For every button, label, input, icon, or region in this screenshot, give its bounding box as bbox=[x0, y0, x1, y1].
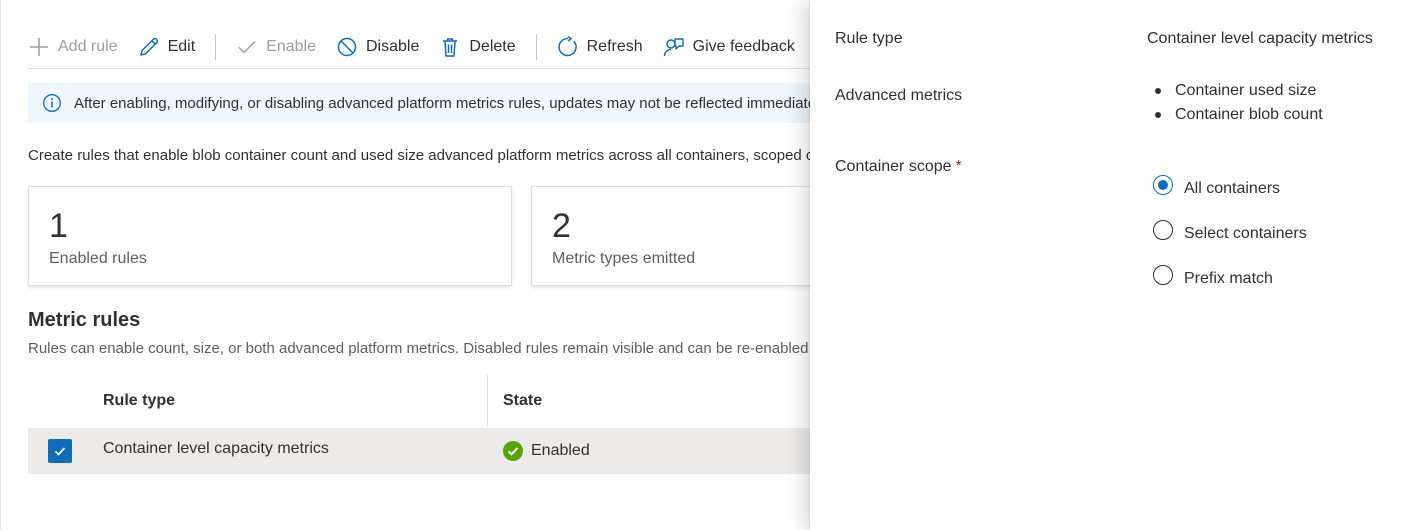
column-header-rule-type[interactable]: Rule type bbox=[103, 392, 175, 410]
add-rule-label: Add rule bbox=[58, 38, 118, 55]
edit-label: Edit bbox=[167, 38, 196, 55]
rule-type-value: Container level capacity metrics bbox=[1147, 30, 1373, 47]
metric-types-count: 2 bbox=[552, 207, 571, 245]
checkmark-icon bbox=[238, 40, 256, 54]
section-description: Rules can enable count, size, or both ad… bbox=[28, 340, 811, 357]
metric-types-card: 2 Metric types emitted bbox=[531, 186, 811, 286]
table-row[interactable]: Container level capacity metrics Enabled bbox=[28, 428, 811, 474]
metric-types-label: Metric types emitted bbox=[552, 250, 696, 267]
info-icon bbox=[43, 94, 61, 112]
feedback-icon bbox=[663, 38, 684, 57]
give-feedback-label: Give feedback bbox=[692, 38, 795, 55]
radio-selected-icon[interactable] bbox=[1153, 174, 1173, 195]
list-item: Container used size bbox=[1147, 79, 1323, 103]
enabled-rules-count: 1 bbox=[49, 207, 68, 245]
advanced-metrics-label: Advanced metrics bbox=[835, 87, 963, 104]
disable-label: Disable bbox=[366, 38, 420, 55]
column-header-state[interactable]: State bbox=[503, 392, 542, 410]
metric-name: Container used size bbox=[1175, 82, 1317, 99]
plus-icon bbox=[30, 38, 48, 56]
enabled-rules-card: 1 Enabled rules bbox=[28, 186, 512, 286]
radio-unselected-icon[interactable] bbox=[1153, 264, 1173, 285]
refresh-label: Refresh bbox=[586, 38, 643, 55]
state-cell: Enabled bbox=[503, 441, 590, 461]
block-icon bbox=[337, 37, 357, 57]
metric-name: Container blob count bbox=[1175, 106, 1323, 123]
container-scope-text: Container scope bbox=[835, 158, 952, 175]
radio-label: All containers bbox=[1184, 179, 1281, 197]
table-header: Rule type State bbox=[28, 375, 811, 427]
delete-button[interactable]: Delete bbox=[439, 36, 516, 58]
advanced-metrics-list: Container used size Container blob count bbox=[1147, 79, 1323, 127]
rule-details-panel: Rule type Container level capacity metri… bbox=[810, 0, 1413, 530]
give-feedback-button[interactable]: Give feedback bbox=[663, 36, 795, 58]
banner-text: After enabling, modifying, or disabling … bbox=[74, 94, 811, 112]
enable-button[interactable]: Enable bbox=[236, 36, 316, 58]
radio-all-containers[interactable]: All containers bbox=[1153, 163, 1307, 208]
add-rule-button[interactable]: Add rule bbox=[28, 36, 118, 58]
disable-button[interactable]: Disable bbox=[336, 36, 419, 58]
container-scope-radio-group: All containers Select containers Prefix … bbox=[1153, 163, 1307, 298]
enable-label: Enable bbox=[266, 38, 316, 55]
command-bar: Add rule Edit Enable Disable Delete Refr… bbox=[28, 30, 811, 64]
toolbar-divider bbox=[535, 34, 537, 60]
container-scope-label: Container scope * bbox=[835, 158, 962, 176]
toolbar-divider bbox=[215, 34, 217, 60]
refresh-icon bbox=[557, 36, 577, 57]
rule-type-cell: Container level capacity metrics bbox=[103, 440, 329, 457]
pencil-icon bbox=[139, 37, 158, 56]
bullet-icon bbox=[1155, 112, 1161, 118]
metric-rules-page: Add rule Edit Enable Disable Delete Refr… bbox=[0, 0, 811, 530]
toolbar-divider-line bbox=[28, 68, 811, 69]
section-title: Metric rules bbox=[28, 309, 141, 331]
required-asterisk: * bbox=[955, 158, 962, 175]
checkmark-icon bbox=[54, 447, 66, 456]
edit-button[interactable]: Edit bbox=[138, 36, 196, 58]
bullet-icon bbox=[1155, 88, 1161, 94]
page-description: Create rules that enable blob container … bbox=[28, 147, 811, 164]
radio-prefix-match[interactable]: Prefix match bbox=[1153, 253, 1307, 298]
list-item: Container blob count bbox=[1147, 103, 1323, 127]
row-checkbox[interactable] bbox=[48, 439, 72, 463]
rule-type-label: Rule type bbox=[835, 30, 903, 47]
radio-unselected-icon[interactable] bbox=[1153, 219, 1173, 240]
delete-label: Delete bbox=[469, 38, 516, 55]
radio-label: Select containers bbox=[1184, 224, 1307, 242]
state-label: Enabled bbox=[531, 442, 590, 459]
success-check-icon bbox=[503, 441, 523, 461]
column-divider[interactable] bbox=[487, 375, 488, 427]
radio-select-containers[interactable]: Select containers bbox=[1153, 208, 1307, 253]
radio-label: Prefix match bbox=[1184, 269, 1273, 287]
enabled-rules-label: Enabled rules bbox=[49, 250, 147, 267]
refresh-button[interactable]: Refresh bbox=[557, 36, 643, 58]
info-banner: After enabling, modifying, or disabling … bbox=[28, 83, 811, 123]
trash-icon bbox=[443, 38, 458, 57]
